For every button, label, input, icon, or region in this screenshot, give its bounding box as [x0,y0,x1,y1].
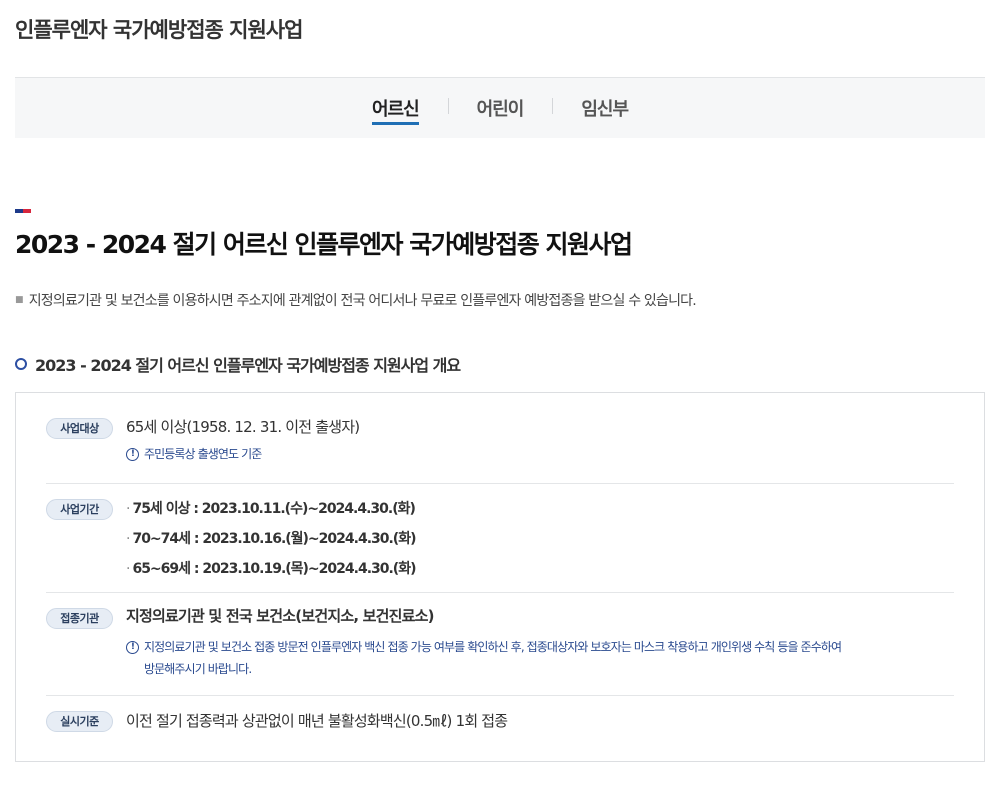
section-heading: 2023 - 2024 절기 어르신 인플루엔자 국가예방접종 지원사업 [15,230,633,259]
intro-text: ■ 지정의료기관 및 보건소를 이용하시면 주소지에 관계없이 전국 어디서나 무… [15,290,697,310]
institution-note-text: 지정의료기관 및 보건소 접종 방문전 인플루엔자 백신 접종 가능 여부를 확… [144,636,842,680]
overview-heading-text: 2023 - 2024 절기 어르신 인플루엔자 국가예방접종 지원사업 개요 [35,356,461,375]
overview-heading: 2023 - 2024 절기 어르신 인플루엔자 국가예방접종 지원사업 개요 [15,352,461,376]
institution-note: ! 지정의료기관 및 보건소 접종 방문전 인플루엔자 백신 접종 가능 여부를… [126,636,956,680]
intro-text-content: 지정의료기관 및 보건소를 이용하시면 주소지에 관계없이 전국 어디서나 무료… [28,293,697,309]
bullet-icon: ■ [15,295,23,305]
institution-content: 지정의료기관 및 전국 보건소(보건지소, 보건진료소) ! 지정의료기관 및 … [126,605,956,680]
target-note: ! 주민등록상 출생연도 기준 [126,443,359,465]
period-item: · 70~74세 : 2023.10.16.(월)~2024.4.30.(화) [126,531,417,547]
standard-content: 이전 절기 접종력과 상관없이 매년 불활성화백신(0.5㎖) 1회 접종 [126,710,508,731]
row-period: 사업기간 · 75세 이상 : 2023.10.11.(수)~2024.4.30.… [46,484,954,593]
tab-seniors-label: 어르신 [371,99,420,125]
info-icon: ! [126,448,139,461]
tab-children-label: 어린이 [476,99,525,120]
target-content: 65세 이상(1958. 12. 31. 이전 출생자) ! 주민등록상 출생연… [126,416,360,465]
period-item-text: 70~74세 : 2023.10.16.(월)~2024.4.30.(화) [132,531,416,547]
period-content: · 75세 이상 : 2023.10.11.(수)~2024.4.30.(화) ·… [126,494,417,584]
standard-text: 이전 절기 접종력과 상관없이 매년 불활성화백신(0.5㎖) 1회 접종 [126,712,508,730]
row-institution: 접종기관 지정의료기관 및 전국 보건소(보건지소, 보건진료소) ! 지정의료… [46,593,954,696]
institution-text: 지정의료기관 및 전국 보건소(보건지소, 보건진료소) [126,607,435,625]
period-item: · 65~69세 : 2023.10.19.(목)~2024.4.30.(화) [126,561,417,577]
page-title: 인플루엔자 국가예방접종 지원사업 [15,18,303,42]
row-target: 사업대상 65세 이상(1958. 12. 31. 이전 출생자) ! 주민등록… [46,407,954,484]
target-text: 65세 이상(1958. 12. 31. 이전 출생자) [126,418,360,436]
institution-note-line1: 지정의료기관 및 보건소 접종 방문전 인플루엔자 백신 접종 가능 여부를 확… [144,640,842,654]
period-item: · 75세 이상 : 2023.10.11.(수)~2024.4.30.(화) [126,501,416,517]
tab-seniors[interactable]: 어르신 [343,95,448,125]
section-accent-bar [15,209,31,213]
tab-pregnant-label: 임신부 [581,99,629,120]
badge-target: 사업대상 [46,418,113,439]
badge-standard: 실시기준 [46,711,113,732]
institution-note-line2: 방문해주시기 바랍니다. [144,662,252,676]
tab-pregnant[interactable]: 임신부 [552,95,657,121]
period-item-text: 75세 이상 : 2023.10.11.(수)~2024.4.30.(화) [132,501,415,517]
row-standard: 실시기준 이전 절기 접종력과 상관없이 매년 불활성화백신(0.5㎖) 1회 … [46,696,954,756]
badge-institution: 접종기관 [46,608,113,629]
tab-children[interactable]: 어린이 [447,95,553,121]
tab-bar: 어르신 어린이 임신부 [15,77,985,138]
circle-bullet-icon [15,358,27,370]
period-item-text: 65~69세 : 2023.10.19.(목)~2024.4.30.(화) [132,561,416,577]
target-note-text: 주민등록상 출생연도 기준 [144,447,262,461]
overview-box: 사업대상 65세 이상(1958. 12. 31. 이전 출생자) ! 주민등록… [15,392,985,762]
badge-period: 사업기간 [46,499,113,520]
info-icon: ! [126,641,139,654]
